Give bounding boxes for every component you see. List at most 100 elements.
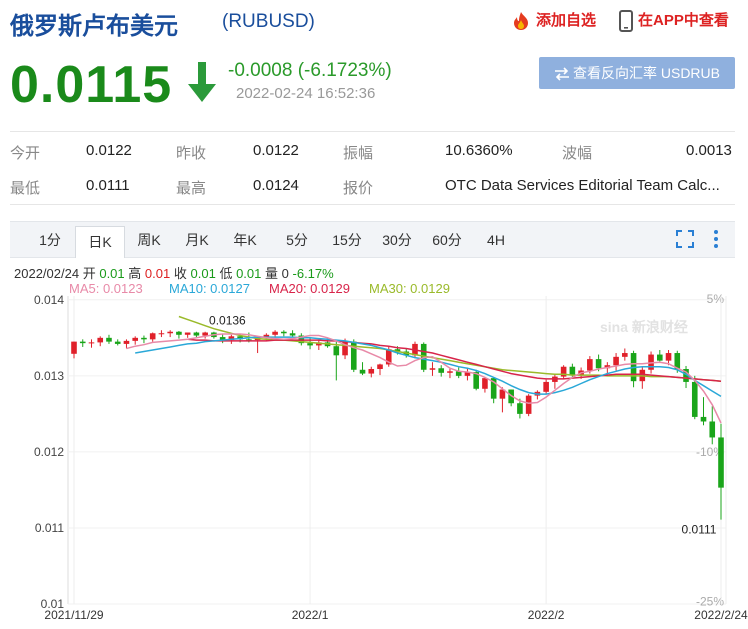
tab-15min[interactable]: 15分 — [324, 222, 370, 257]
tab-4h[interactable]: 4H — [476, 222, 516, 257]
candle-body — [193, 332, 200, 336]
candle-body — [141, 337, 147, 340]
current-price: 0.0115 — [10, 56, 173, 114]
candle-body — [525, 395, 532, 414]
candle-body — [517, 403, 523, 414]
kline-chart: 0.0140.0130.0120.0110.015%-10%-25%2021/1… — [34, 292, 748, 622]
tab-daily[interactable]: 日K — [75, 226, 125, 258]
ohlc-high-label: 高 — [128, 266, 142, 281]
candle-body — [691, 381, 698, 417]
more-options-icon[interactable] — [713, 229, 719, 249]
candle-body — [88, 342, 95, 344]
low-label: 最低 — [10, 180, 41, 197]
fullscreen-icon[interactable] — [676, 230, 694, 248]
y-tick-label: 0.014 — [34, 293, 64, 307]
header: 俄罗斯卢布美元 (RUBUSD) 添加自选 在APP中查看 — [0, 0, 748, 40]
candle-body — [718, 437, 724, 488]
candle-body — [482, 378, 488, 389]
tab-1min[interactable]: 1分 — [30, 222, 70, 257]
reverse-rate-label: 查看反向汇率 USDRUB — [572, 65, 720, 81]
pct-tick-label: -25% — [696, 595, 724, 609]
tab-monthly[interactable]: 月K — [176, 222, 218, 257]
candle-body — [613, 356, 619, 366]
candle-body — [622, 353, 628, 357]
candle-body — [307, 343, 313, 346]
tab-weekly[interactable]: 周K — [128, 222, 170, 257]
tab-30min[interactable]: 30分 — [374, 222, 420, 257]
candle-body — [438, 368, 445, 373]
x-tick-label: 2022/2 — [528, 608, 565, 622]
x-tick-label: 2022/2/24 — [694, 608, 748, 622]
candle-body — [377, 364, 383, 370]
candle-body — [289, 333, 296, 336]
symbol-code: (RUBUSD) — [222, 11, 315, 32]
candle-body — [123, 340, 130, 344]
range-label: 波幅 — [562, 145, 593, 162]
ohlc-open: 0.01 — [99, 266, 125, 281]
ohlc-vol: 0 — [281, 266, 289, 281]
candle-body — [272, 331, 278, 335]
low-value: 0.0111 — [86, 177, 130, 194]
candle-body — [114, 341, 121, 344]
candle-body — [665, 353, 672, 361]
price-change: -0.0008 (-6.1723%) — [228, 60, 392, 81]
swap-icon — [554, 67, 569, 81]
quote-source-label: 报价 — [343, 180, 374, 197]
ohlc-close-label: 收 — [173, 266, 187, 281]
candle-body — [709, 421, 716, 438]
ohlc-pct: -6.17% — [292, 266, 334, 281]
candle-body — [368, 369, 375, 374]
ohlc-low-label: 低 — [219, 266, 233, 281]
candle-body — [569, 366, 576, 376]
prev-close-value: 0.0122 — [253, 142, 299, 159]
candle-body — [97, 337, 104, 343]
page-title: 俄罗斯卢布美元 — [10, 13, 178, 40]
stats-panel: 今开 0.0122 昨收 0.0122 振幅 10.6360% 波幅 0.001… — [10, 131, 735, 205]
range-value: 0.0013 — [686, 142, 732, 159]
amplitude-value: 10.6360% — [445, 142, 513, 159]
reverse-rate-button[interactable]: 查看反向汇率 USDRUB — [539, 57, 735, 89]
candle-body — [656, 354, 663, 361]
add-watchlist-button[interactable]: 添加自选 — [510, 9, 596, 31]
add-watchlist-label: 添加自选 — [536, 12, 597, 29]
candle-body — [132, 337, 139, 341]
tab-yearly[interactable]: 年K — [224, 222, 266, 257]
candle-body — [184, 332, 191, 335]
y-tick-label: 0.013 — [34, 369, 64, 383]
ohlc-open-label: 开 — [82, 266, 96, 281]
tab-60min[interactable]: 60分 — [424, 222, 470, 257]
candle-body — [700, 416, 707, 422]
y-tick-label: 0.012 — [34, 445, 64, 459]
open-value: 0.0122 — [86, 142, 132, 159]
candle-body — [595, 359, 602, 369]
arrow-down-icon — [188, 62, 216, 102]
watermark-logo: sina 新浪财经 — [600, 319, 688, 335]
candle-body — [429, 368, 436, 370]
candle-body — [106, 337, 112, 342]
ohlc-close: 0.01 — [190, 266, 216, 281]
pct-tick-label: 5% — [707, 292, 725, 306]
candle-body — [587, 359, 593, 371]
candle-body — [167, 331, 173, 334]
view-in-app-button[interactable]: 在APP中查看 — [618, 9, 729, 33]
candle-body — [333, 346, 340, 356]
candle-body — [158, 333, 165, 335]
tab-5min[interactable]: 5分 — [276, 222, 318, 257]
candle-body — [176, 331, 182, 335]
candle-body — [543, 381, 549, 392]
high-label: 最高 — [176, 180, 207, 197]
candle-body — [79, 341, 86, 344]
view-in-app-label: 在APP中查看 — [638, 12, 729, 29]
period-tabs: 1分 日K 周K 月K 年K 5分 15分 30分 60分 4H — [10, 221, 735, 258]
x-tick-label: 2021/11/29 — [44, 608, 103, 622]
max-value-label: 0.0136 — [209, 314, 246, 328]
candle-body — [447, 371, 453, 373]
candle-body — [202, 332, 208, 336]
amplitude-label: 振幅 — [343, 145, 374, 162]
candle-body — [149, 333, 156, 340]
ohlc-info: 2022/02/24 开 0.01 高 0.01 收 0.01 低 0.01 量… — [14, 263, 334, 282]
candle-body — [71, 341, 77, 354]
prev-close-label: 昨收 — [176, 145, 207, 162]
candle-body — [359, 369, 366, 374]
ohlc-vol-label: 量 — [265, 266, 279, 281]
